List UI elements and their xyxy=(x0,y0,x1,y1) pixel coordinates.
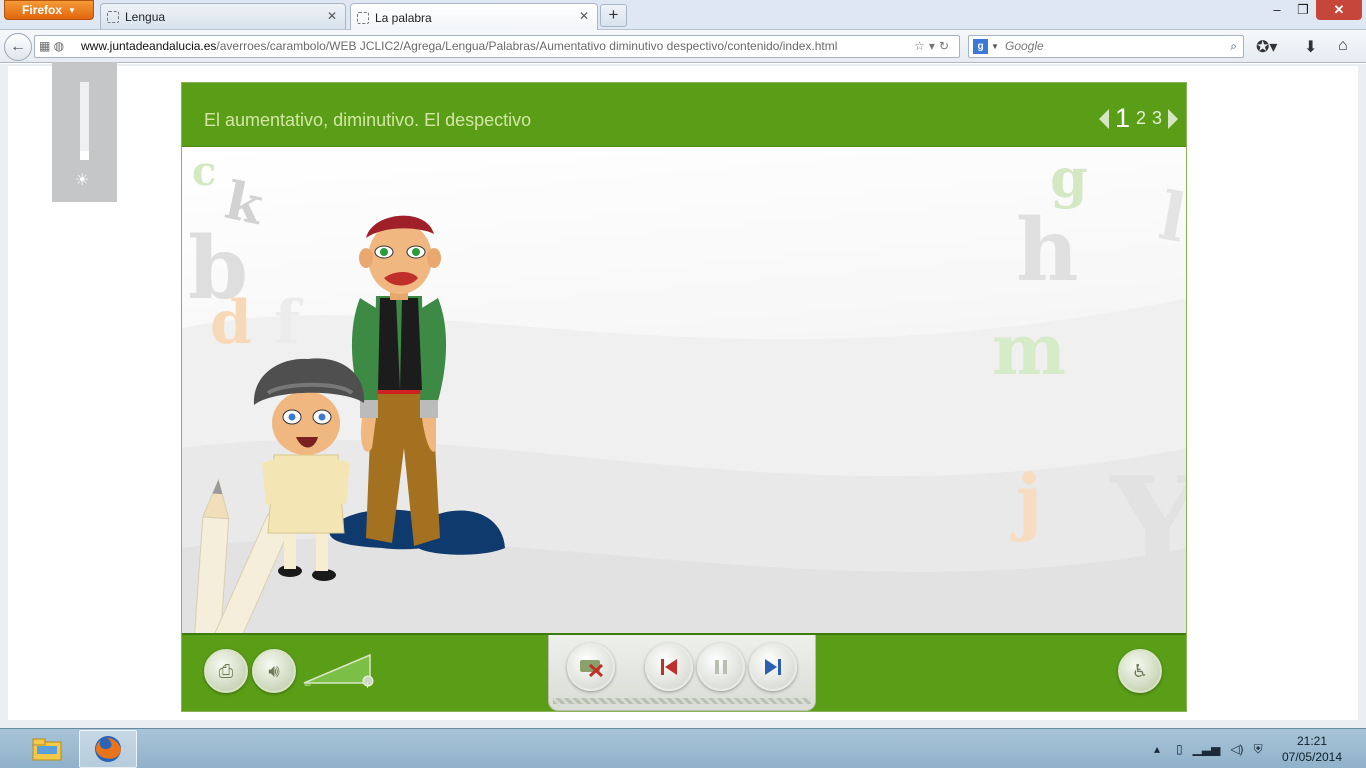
activity-title: El aumentativo, diminutivo. El despectiv… xyxy=(204,110,532,130)
sound-button[interactable]: 🔊︎ xyxy=(252,649,296,693)
player-controls xyxy=(548,635,816,711)
arrow-left-icon: ← xyxy=(10,38,26,55)
activity-stage: c k b d f g h l m j Y xyxy=(182,148,1186,633)
pause-button[interactable] xyxy=(697,643,745,691)
activity-header: El aumentativo, diminutivo. El despectiv… xyxy=(182,83,1186,147)
subtitles-off-icon xyxy=(580,660,604,677)
search-icon[interactable]: ⌕ xyxy=(1230,36,1237,57)
home-icon[interactable]: ⌂ xyxy=(1338,37,1348,55)
url-domain: www.juntadeandalucia.es xyxy=(81,39,217,53)
accessibility-button[interactable]: ♿︎ xyxy=(1118,649,1162,693)
svg-text:−: − xyxy=(304,678,311,689)
search-bar[interactable]: g ▼ Google ⌕ xyxy=(968,35,1244,58)
skip-first-icon xyxy=(661,659,677,675)
search-placeholder: Google xyxy=(1005,39,1044,53)
firefox-menu-button[interactable]: Firefox ▼ xyxy=(4,0,94,20)
zoom-track[interactable] xyxy=(80,82,89,160)
small-character-illustration xyxy=(253,358,365,581)
svg-text:+: + xyxy=(364,678,371,689)
previous-page-icon[interactable] xyxy=(1098,108,1109,129)
url-path: /averroes/carambolo/WEB JCLIC2/Agrega/Le… xyxy=(216,39,838,53)
letter-y: Y xyxy=(1110,448,1186,601)
volume-slider[interactable]: − + xyxy=(302,651,376,689)
letter-d: d xyxy=(210,288,252,358)
zoom-handle[interactable] xyxy=(80,151,89,160)
letter-c: c xyxy=(192,148,217,195)
firefox-menu-label: Firefox xyxy=(22,3,63,17)
minimize-button[interactable]: – xyxy=(1264,0,1290,20)
clock-date: 07/05/2014 xyxy=(1281,750,1343,764)
chevron-down-icon: ▼ xyxy=(68,5,76,15)
network-icon[interactable]: ⛨ xyxy=(1254,742,1263,757)
next-page-icon[interactable] xyxy=(1168,108,1178,129)
file-explorer-taskbar-button[interactable] xyxy=(18,730,76,768)
progress-bar xyxy=(553,698,811,704)
clock-time: 21:21 xyxy=(1296,734,1328,748)
site-identity-icon[interactable]: ▦ ◍ xyxy=(39,36,64,57)
jclic-activity: El aumentativo, diminutivo. El despectiv… xyxy=(181,82,1187,712)
brightness-icon[interactable]: ☀ xyxy=(75,170,89,190)
chevron-down-icon[interactable]: ▼ xyxy=(991,36,999,57)
letter-h: h xyxy=(1016,200,1079,301)
close-window-button[interactable]: ✕ xyxy=(1316,0,1362,20)
first-button[interactable] xyxy=(645,643,693,691)
address-bar[interactable]: ▦ ◍ www.juntadeandalucia.es/averroes/car… xyxy=(34,35,960,58)
browser-titlebar: Firefox ▼ Lengua ✕ La palabra ✕ + – ❐ ✕ xyxy=(0,0,1366,31)
letter-j: j xyxy=(1016,458,1043,543)
page-link-3[interactable]: 3 xyxy=(1152,108,1162,129)
system-tray: ▴ ▯ ▁▃▅ ◁) ⛨ xyxy=(1154,729,1263,768)
speaker-icon: 🔊︎ xyxy=(268,660,280,681)
tab-label: La palabra xyxy=(375,10,432,25)
close-icon[interactable]: ✕ xyxy=(579,9,589,23)
windows-taskbar: ▴ ▯ ▁▃▅ ◁) ⛨ 21:21 07/05/2014 xyxy=(0,728,1366,768)
letter-m: m xyxy=(992,308,1067,391)
last-button[interactable] xyxy=(749,643,797,691)
close-icon[interactable]: ✕ xyxy=(327,9,337,23)
close-subtitles-button[interactable] xyxy=(567,643,615,691)
page-navigator: 1 2 3 xyxy=(1098,103,1178,134)
tab-lengua[interactable]: Lengua ✕ xyxy=(100,3,346,29)
downloads-icon[interactable]: ⬇ xyxy=(1304,37,1317,57)
pause-icon xyxy=(715,660,727,674)
firefox-icon xyxy=(95,736,121,762)
page-icon xyxy=(107,10,119,23)
back-button[interactable]: ← xyxy=(4,33,32,61)
tab-label: Lengua xyxy=(125,9,166,24)
navigation-toolbar: ← ▦ ◍ www.juntadeandalucia.es/averroes/c… xyxy=(0,30,1366,63)
wheelchair-icon: ♿︎ xyxy=(1131,660,1149,681)
battery-icon[interactable]: ▯ xyxy=(1176,742,1183,756)
url-text: www.juntadeandalucia.es/averroes/carambo… xyxy=(81,36,837,57)
page-link-2[interactable]: 2 xyxy=(1136,108,1146,129)
chevron-up-icon[interactable]: ▴ xyxy=(1154,742,1160,756)
page-icon xyxy=(357,11,369,24)
volume-icon[interactable]: ◁) xyxy=(1230,742,1243,756)
maximize-button[interactable]: ❐ xyxy=(1290,0,1316,20)
skip-last-icon xyxy=(765,659,781,675)
tab-la-palabra[interactable]: La palabra ✕ xyxy=(350,3,598,31)
print-button[interactable]: ⎙ xyxy=(204,649,248,693)
page-link-1[interactable]: 1 xyxy=(1115,103,1130,134)
taskbar-clock[interactable]: 21:21 07/05/2014 xyxy=(1276,733,1348,765)
signal-icon[interactable]: ▁▃▅ xyxy=(1193,742,1221,756)
bookmarks-icon[interactable]: ✪▾ xyxy=(1256,37,1277,57)
folder-icon xyxy=(32,738,62,761)
firefox-taskbar-button[interactable] xyxy=(79,730,137,768)
new-tab-button[interactable]: + xyxy=(600,4,627,27)
printer-icon: ⎙ xyxy=(218,660,234,681)
google-icon[interactable]: g xyxy=(973,39,988,54)
activity-footer: ⎙ 🔊︎ − + ♿︎ xyxy=(182,633,1186,711)
bookmark-star-icon[interactable]: ☆▾↻ xyxy=(914,36,953,57)
